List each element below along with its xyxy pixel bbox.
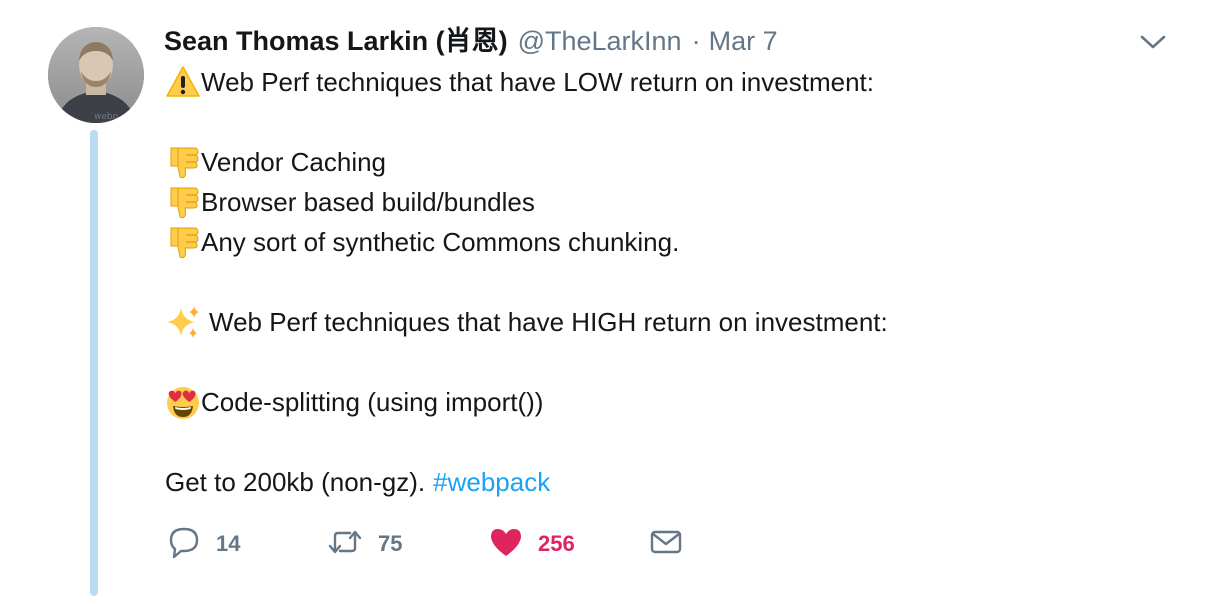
tweet: webp Sean Thomas Larkin (肖恩) @TheLarkInn… [0, 0, 1220, 604]
list-item: Vendor Caching [165, 142, 1165, 182]
thumbs-down-emoji-icon [165, 184, 201, 220]
retweet-icon [326, 524, 364, 565]
hashtag-link[interactable]: #webpack [433, 462, 550, 502]
svg-text:webp: webp [94, 112, 119, 122]
sparkles-emoji-icon [165, 304, 201, 340]
retweet-count: 75 [378, 531, 403, 556]
thread-line [90, 130, 98, 596]
avatar[interactable]: webp [48, 27, 144, 123]
author-name[interactable]: Sean Thomas Larkin (肖恩) [164, 26, 508, 56]
tweet-text: Web Perf techniques that have LOW return… [165, 62, 1165, 502]
list-item: Browser based build/bundles [165, 182, 1165, 222]
reply-button[interactable]: 14 [166, 524, 240, 564]
direct-message-button[interactable] [648, 524, 684, 564]
tweet-text-line: Web Perf techniques that have HIGH retur… [209, 307, 888, 337]
tweet-text-line: Web Perf techniques that have LOW return… [201, 67, 874, 97]
tweet-date[interactable]: Mar 7 [709, 26, 778, 56]
list-item-text: Any sort of synthetic Commons chunking. [201, 227, 680, 257]
retweet-button[interactable]: 75 [326, 524, 402, 564]
heart-icon [488, 524, 524, 565]
tweet-header: Sean Thomas Larkin (肖恩) @TheLarkInn · Ma… [164, 26, 778, 56]
separator-dot: · [691, 26, 701, 56]
like-count: 256 [538, 531, 575, 556]
closing-text: Get to 200kb (non-gz). [165, 467, 426, 497]
reply-count: 14 [216, 531, 241, 556]
list-item-text: Vendor Caching [201, 147, 387, 177]
thumbs-down-emoji-icon [165, 224, 201, 260]
tweet-actions: 14 75 256 [166, 524, 766, 564]
reply-icon [166, 524, 202, 565]
author-handle[interactable]: @TheLarkInn [518, 26, 682, 56]
list-item-text: Code-splitting (using import()) [201, 387, 544, 417]
tweet-line-high-heading: Web Perf techniques that have HIGH retur… [165, 302, 1165, 342]
list-item: Code-splitting (using import()) [165, 382, 1165, 422]
tweet-line-low-heading: Web Perf techniques that have LOW return… [165, 62, 1165, 102]
list-item-text: Browser based build/bundles [201, 187, 535, 217]
list-item: Any sort of synthetic Commons chunking. [165, 222, 1165, 262]
heart-eyes-emoji-icon [165, 384, 201, 420]
warning-emoji-icon [165, 64, 201, 100]
chevron-down-icon[interactable] [1138, 30, 1168, 54]
tweet-closing-line: Get to 200kb (non-gz). #webpack [165, 462, 1165, 502]
like-button[interactable]: 256 [488, 524, 575, 564]
envelope-icon [648, 524, 684, 565]
thumbs-down-emoji-icon [165, 144, 201, 180]
